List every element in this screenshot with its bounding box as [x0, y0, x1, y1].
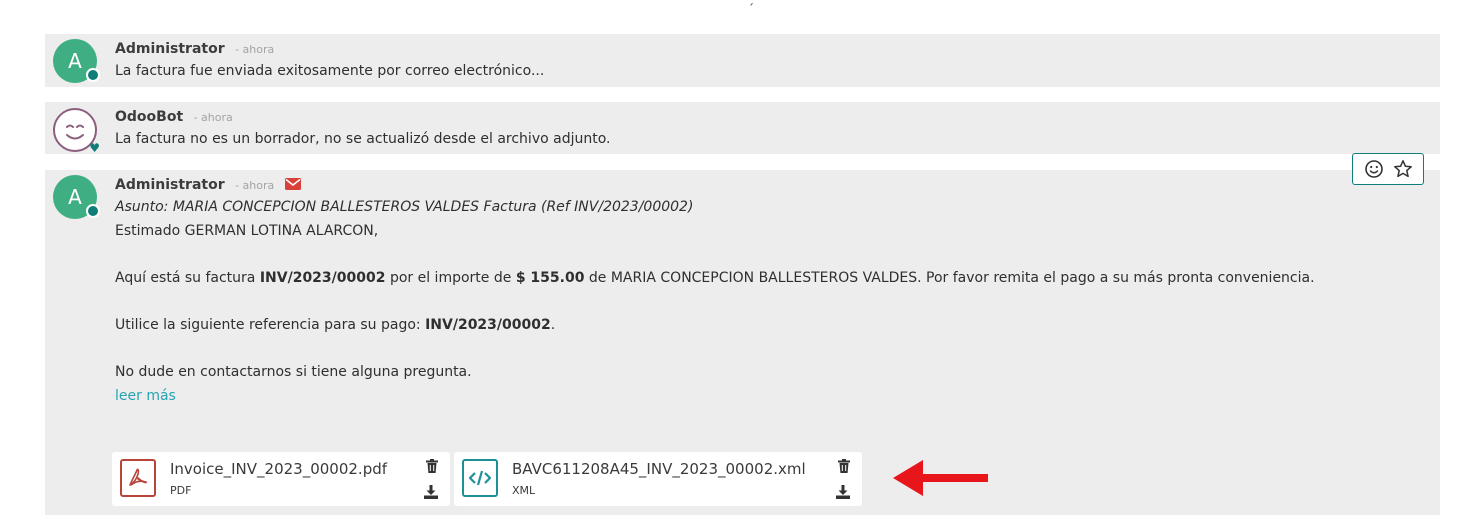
text-segment: de MARIA CONCEPCION BALLESTEROS VALDES. …: [584, 270, 1315, 286]
avatar-letter: A: [68, 49, 82, 73]
stray-accent-mark: ´: [748, 2, 754, 16]
mark-starred-button[interactable]: [1391, 157, 1415, 181]
message-greeting: Estimado GERMAN LOTINA ALARCON,: [115, 223, 379, 239]
attachment-card[interactable]: Invoice_INV_2023_00002.pdf PDF: [112, 452, 450, 506]
add-reaction-button[interactable]: [1362, 157, 1386, 181]
envelope-icon[interactable]: [284, 177, 301, 195]
message-date: - ahora: [193, 111, 233, 124]
code-file-icon: [462, 459, 498, 497]
annotation-arrow-icon: [893, 458, 989, 502]
online-status-dot: [86, 68, 100, 82]
avatar[interactable]: A: [53, 39, 100, 83]
avatar[interactable]: A: [53, 175, 100, 219]
invoice-number: INV/2023/00002: [259, 270, 386, 286]
pdf-file-icon: [120, 459, 156, 497]
text-segment: .: [550, 317, 556, 333]
text-segment: por el importe de: [385, 270, 516, 286]
message-paragraph: Aquí está su factura INV/2023/00002 por …: [115, 266, 1420, 291]
star-icon: [1393, 160, 1412, 178]
download-icon[interactable]: [424, 484, 438, 503]
read-more-link[interactable]: leer más: [115, 385, 1420, 407]
avatar-letter: A: [68, 185, 82, 209]
chatter-message: A Administrator - ahora La factura fue e…: [45, 34, 1440, 87]
chatter-message: ♥ OdooBot - ahora La factura no es un bo…: [45, 102, 1440, 154]
message-paragraph: No dude en contactarnos si tiene alguna …: [115, 364, 472, 380]
message-author[interactable]: OdooBot: [115, 109, 183, 125]
text-segment: Aquí está su factura: [115, 270, 260, 286]
download-icon[interactable]: [836, 484, 850, 503]
heart-icon: ♥: [89, 141, 100, 155]
attachment-card[interactable]: BAVC611208A45_INV_2023_00002.xml XML: [454, 452, 862, 506]
trash-icon[interactable]: [838, 458, 850, 477]
message-date: - ahora: [235, 179, 275, 192]
attachment-type: XML: [512, 484, 536, 497]
text-segment: Utilice la siguiente referencia para su …: [115, 317, 426, 333]
attachment-name[interactable]: BAVC611208A45_INV_2023_00002.xml: [512, 459, 806, 479]
message-body: La factura fue enviada exitosamente por …: [115, 63, 545, 79]
message-author[interactable]: Administrator: [115, 41, 225, 57]
message-actions: [1352, 153, 1424, 185]
payment-reference: INV/2023/00002: [425, 317, 551, 333]
attachment-name[interactable]: Invoice_INV_2023_00002.pdf: [170, 459, 387, 479]
message-date: - ahora: [235, 43, 275, 56]
trash-icon[interactable]: [426, 458, 438, 477]
invoice-amount: $ 155.00: [515, 270, 585, 286]
attachment-type: PDF: [170, 484, 192, 497]
message-author[interactable]: Administrator: [115, 177, 225, 193]
message-body: La factura no es un borrador, no se actu…: [115, 131, 611, 147]
message-subject: Asunto: MARIA CONCEPCION BALLESTEROS VAL…: [115, 199, 694, 215]
message-paragraph: Utilice la siguiente referencia para su …: [115, 313, 1420, 338]
online-status-dot: [86, 204, 100, 218]
smiley-icon: [1364, 160, 1383, 178]
odoobot-avatar[interactable]: ♥: [53, 108, 100, 155]
